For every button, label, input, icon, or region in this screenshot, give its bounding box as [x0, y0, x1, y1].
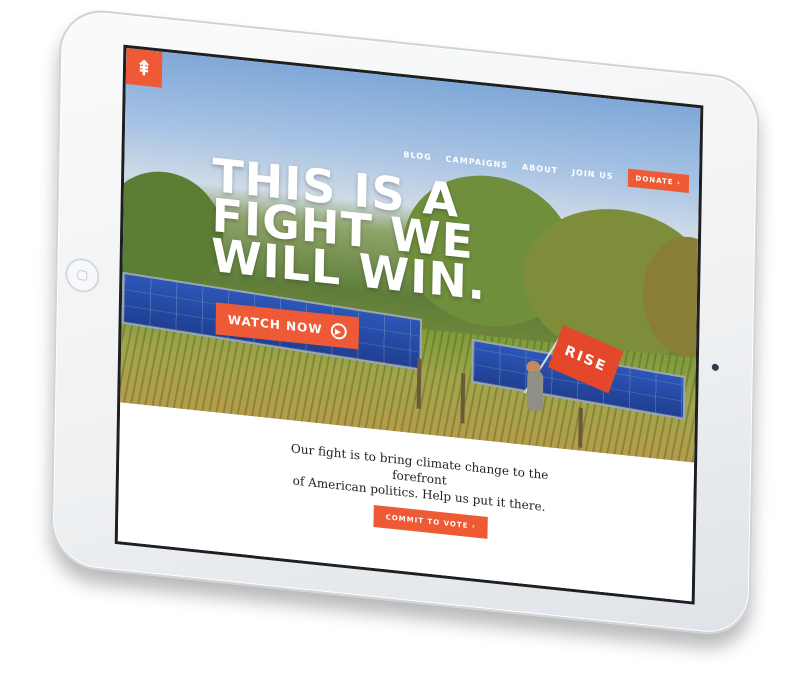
nav-about[interactable]: ABOUT: [522, 162, 558, 175]
nav-blog[interactable]: BLOG: [403, 150, 431, 162]
donate-button[interactable]: DONATE ›: [627, 168, 690, 194]
screen: RISE ⇞ BLOG CAMPAIGNS ABOUT JOIN US DONA…: [114, 44, 704, 605]
panel-post: [416, 358, 422, 409]
flag-text: RISE: [562, 342, 609, 376]
home-button-icon: [77, 269, 88, 281]
device-mockup: RISE ⇞ BLOG CAMPAIGNS ABOUT JOIN US DONA…: [0, 0, 800, 648]
nav-campaigns[interactable]: CAMPAIGNS: [446, 154, 508, 170]
tree-icon: ⇞: [135, 56, 153, 81]
mission-tagline: Our fight is to bring climate change to …: [269, 438, 570, 517]
camera-icon: [711, 363, 719, 372]
play-icon: ▶: [330, 322, 347, 341]
nav-join-us[interactable]: JOIN US: [572, 167, 614, 180]
tablet: RISE ⇞ BLOG CAMPAIGNS ABOUT JOIN US DONA…: [50, 6, 760, 678]
child-figure: [526, 370, 544, 412]
site-logo[interactable]: ⇞: [125, 47, 163, 88]
commit-to-vote-button[interactable]: COMMIT TO VOTE ›: [373, 505, 488, 539]
watch-now-label: WATCH NOW: [227, 312, 323, 337]
panel-post: [578, 407, 583, 448]
hero-section: RISE ⇞ BLOG CAMPAIGNS ABOUT JOIN US DONA…: [120, 47, 701, 463]
